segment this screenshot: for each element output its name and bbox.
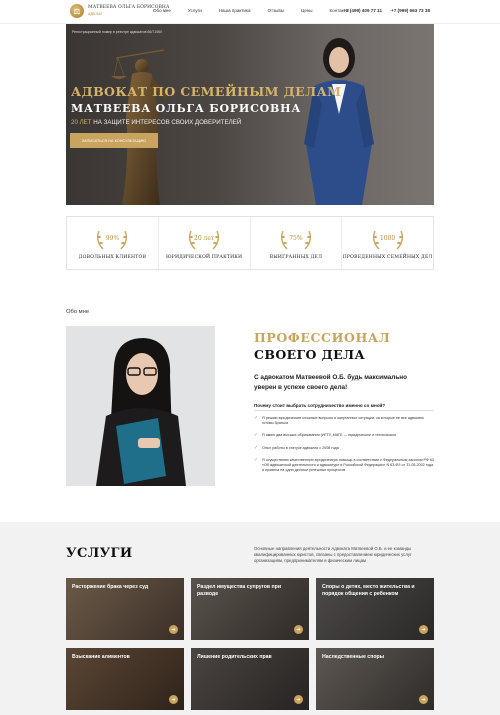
list-item-text: Я имею два высших образования (ИГТУ, МАГ… — [262, 433, 397, 438]
stat-label: ЮРИДИЧЕСКОЙ ПРАКТИКИ — [165, 254, 243, 260]
arrow-right-icon[interactable]: ➜ — [294, 695, 303, 704]
hero-title: АДВОКАТ ПО СЕМЕЙНЫМ ДЕЛАМ — [71, 84, 342, 99]
services-section: УСЛУГИ Основные направления деятельности… — [0, 522, 500, 715]
hero-subtitle: 20 ЛЕТ НА ЗАЩИТЕ ИНТЕРЕСОВ СВОИХ ДОВЕРИТ… — [71, 119, 241, 126]
site-header: ⚖ МАТВЕЕВА ОЛЬГА БОРИСОВНА АДВОКАТ Обо м… — [0, 0, 500, 24]
consultation-button[interactable]: ЗАПИСАТЬСЯ НА КОНСУЛЬТАЦИЮ — [70, 133, 158, 148]
about-heading-dark: СВОЕГО ДЕЛА — [254, 347, 366, 362]
stat-value: 99% — [105, 235, 120, 242]
hero-banner: Регистрационный номер в реестре адвокато… — [66, 24, 434, 205]
header-phones: +7 (499) 409 77 11 +7 (999) 663 73 38 — [334, 8, 430, 13]
stat-value: 75% — [289, 235, 303, 242]
stat-item: 1000 ПРОВЕДЕННЫХ СЕМЕЙНЫХ ДЕЛ — [341, 217, 433, 269]
advantages-list: ✓ Я решаю юридические сложные вопросы и з… — [254, 416, 434, 480]
about-question: Почему стоит выбрать сотрудничество имен… — [254, 403, 386, 408]
nav-item-reviews[interactable]: Отзывы — [268, 8, 284, 13]
about-section-tag: Обо мне — [66, 309, 90, 315]
service-card[interactable]: Споры о детях, место жительства и порядо… — [316, 578, 434, 640]
stat-value: 1000 — [379, 235, 396, 242]
check-icon: ✓ — [254, 415, 259, 421]
laurel-wreath-icon: 75% — [277, 227, 315, 251]
service-card-label: Наследственные споры — [322, 654, 385, 660]
list-item-text: Опыт работы в статусе адвоката с 2008 го… — [262, 445, 339, 450]
stat-label: ВЫИГРАННЫХ ДЕЛ — [269, 254, 323, 260]
phone-link-1[interactable]: +7 (499) 409 77 11 — [343, 8, 382, 13]
service-card[interactable]: Расторжение брака через суд ➜ — [66, 578, 184, 640]
arrow-right-icon[interactable]: ➜ — [169, 695, 178, 704]
service-card-label: Расторжение брака через суд — [72, 584, 149, 590]
list-item: ✓ Я решаю юридические сложные вопросы и з… — [254, 416, 434, 426]
service-card[interactable]: Лишение родительских прав ➜ — [191, 648, 309, 710]
logo-subtitle: АДВОКАТ — [88, 11, 103, 16]
list-item: ✓ Я имею два высших образования (ИГТУ, МА… — [254, 433, 434, 438]
list-item: ✓ Я осуществляю качественную юридическую … — [254, 456, 434, 474]
service-card[interactable]: Наследственные споры ➜ — [316, 648, 434, 710]
services-description: Основные направления деятельности Адвока… — [254, 546, 412, 564]
about-portrait-image — [66, 326, 215, 486]
logo-emblem-icon: ⚖ — [70, 4, 84, 18]
hero-name: МАТВЕЕВА ОЛЬГА БОРИСОВНА — [71, 102, 302, 115]
about-lead: С адвокатом Матвеевой О.Б. будь максимал… — [254, 374, 408, 391]
check-icon: ✓ — [254, 456, 259, 463]
stat-label: ДОВОЛЬНЫХ КЛИЕНТОВ — [78, 254, 147, 260]
check-icon: ✓ — [254, 432, 259, 439]
arrow-right-icon[interactable]: ➜ — [419, 625, 428, 634]
service-card-label: Раздел имущества супругов при разводе — [197, 584, 282, 597]
services-title: УСЛУГИ — [66, 546, 133, 561]
check-icon: ✓ — [254, 444, 259, 451]
laurel-wreath-icon: 1000 — [369, 227, 407, 251]
list-item: ✓ Опыт работы в статусе адвоката с 2008 г… — [254, 444, 434, 451]
registry-number: Регистрационный номер в реестре адвокато… — [72, 30, 163, 34]
service-card-label: Лишение родительских прав — [197, 654, 272, 660]
hero-subtitle-rest: НА ЗАЩИТЕ ИНТЕРЕСОВ СВОИХ ДОВЕРИТЕЛЕЙ — [91, 119, 242, 126]
arrow-right-icon[interactable]: ➜ — [169, 625, 178, 634]
laurel-wreath-icon: 99% — [93, 227, 131, 251]
phone-link-2[interactable]: +7 (999) 663 73 38 — [391, 8, 430, 13]
service-card-label: Взыскание алиментов — [72, 654, 130, 660]
list-item-text: Я осуществляю качественную юридическую п… — [262, 457, 434, 473]
divider — [254, 410, 434, 411]
arrow-right-icon[interactable]: ➜ — [294, 625, 303, 634]
service-card[interactable]: Взыскание алиментов ➜ — [66, 648, 184, 710]
stat-value: 20 лет — [194, 235, 215, 242]
nav-item-about[interactable]: Обо мне — [153, 8, 171, 13]
stat-label: ПРОВЕДЕННЫХ СЕМЕЙНЫХ ДЕЛ — [342, 254, 433, 260]
about-heading-gold: ПРОФЕССИОНАЛ — [254, 330, 391, 345]
stat-item: 99% ДОВОЛЬНЫХ КЛИЕНТОВ — [67, 217, 158, 269]
stats-bar: 99% ДОВОЛЬНЫХ КЛИЕНТОВ 20 лет ЮРИДИЧЕСКО… — [66, 216, 434, 270]
nav-item-services[interactable]: Услуги — [188, 8, 202, 13]
service-card-label: Споры о детях, место жительства и порядо… — [322, 584, 415, 597]
service-card[interactable]: Раздел имущества супругов при разводе ➜ — [191, 578, 309, 640]
nav-item-prices[interactable]: Цены — [301, 8, 313, 13]
stat-item: 20 лет ЮРИДИЧЕСКОЙ ПРАКТИКИ — [157, 217, 250, 269]
nav-item-practice[interactable]: Наша практика — [219, 8, 251, 13]
arrow-right-icon[interactable]: ➜ — [419, 695, 428, 704]
laurel-wreath-icon: 20 лет — [185, 227, 223, 251]
hero-years: 20 ЛЕТ — [71, 119, 92, 126]
list-item-text: Я решаю юридические сложные вопросы и за… — [262, 416, 425, 426]
stat-item: 75% ВЫИГРАННЫХ ДЕЛ — [249, 217, 342, 269]
